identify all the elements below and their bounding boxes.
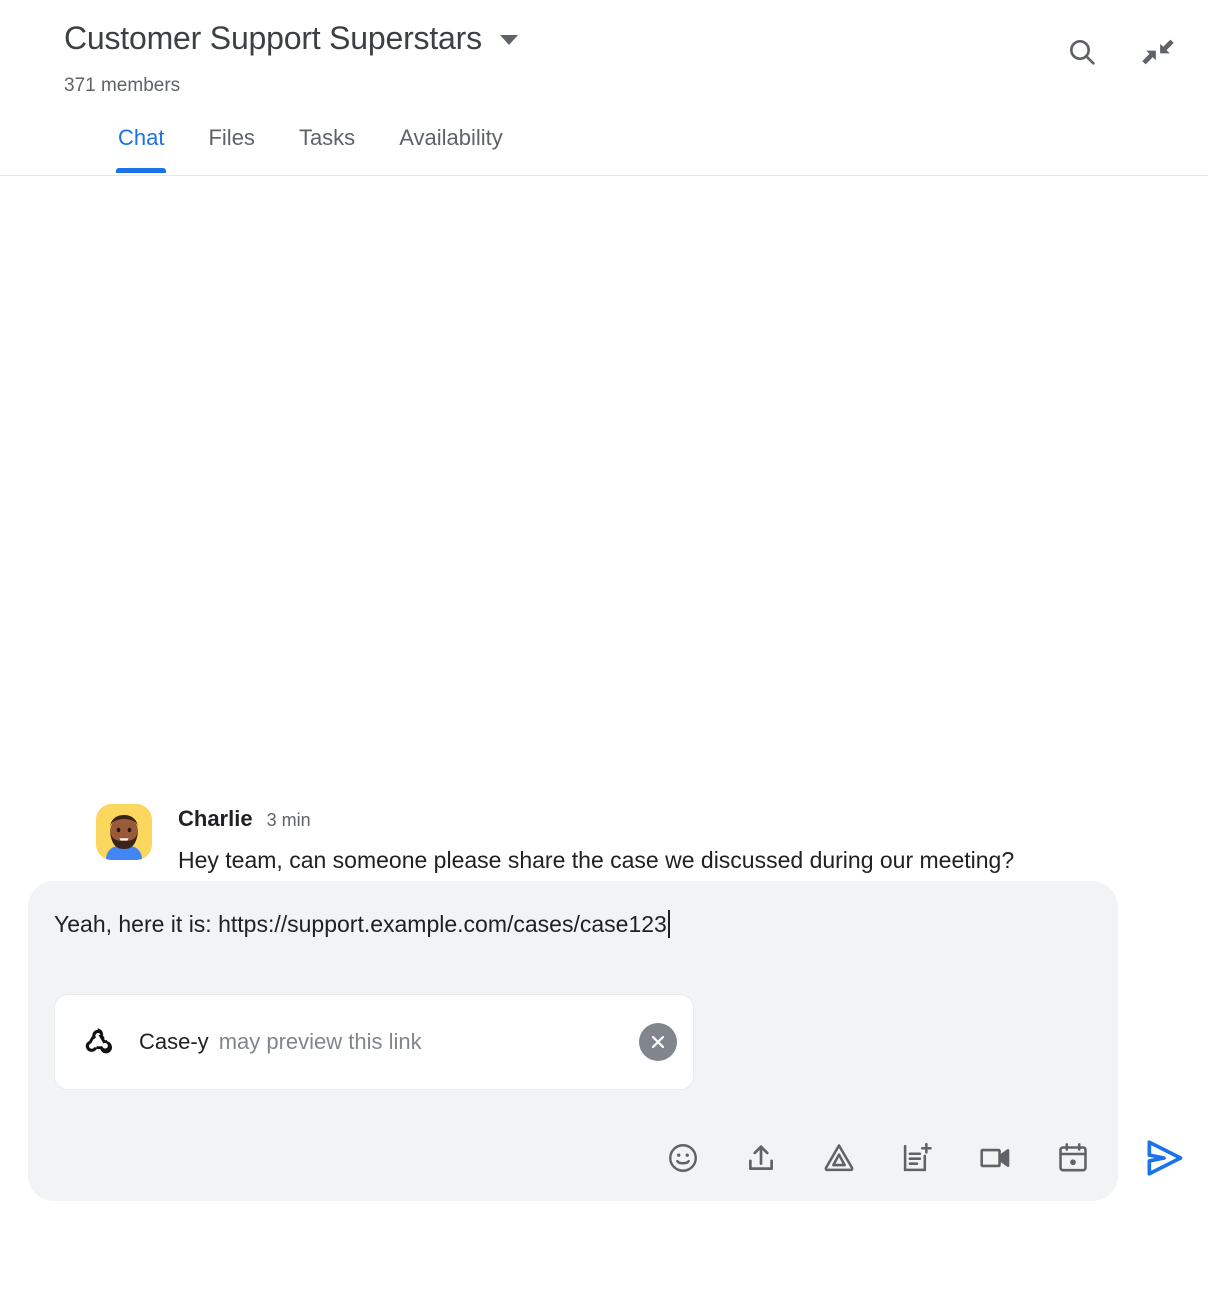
avatar[interactable] xyxy=(96,804,152,860)
video-camera-icon[interactable] xyxy=(972,1135,1018,1181)
tab-availability[interactable]: Availability xyxy=(377,118,525,154)
collapse-icon[interactable] xyxy=(1134,28,1182,76)
message-input[interactable]: Yeah, here it is: https://support.exampl… xyxy=(54,911,667,937)
room-title-row[interactable]: Customer Support Superstars xyxy=(64,18,518,58)
link-preview-note: may preview this link xyxy=(218,1029,422,1054)
message-body: Charlie 3 min Hey team, can someone plea… xyxy=(178,804,1112,880)
calendar-icon[interactable] xyxy=(1050,1135,1096,1181)
new-document-icon[interactable] xyxy=(894,1135,940,1181)
chat-window: Customer Support Superstars 371 members … xyxy=(0,0,1208,1290)
chevron-down-icon[interactable] xyxy=(499,35,518,45)
link-preview-chip[interactable]: Case-y may preview this link xyxy=(54,994,694,1090)
page-title: Customer Support Superstars xyxy=(64,20,482,56)
text-cursor xyxy=(667,910,670,938)
message-author: Charlie xyxy=(178,806,253,831)
emoji-icon[interactable] xyxy=(660,1135,706,1181)
member-count: 371 members xyxy=(64,75,181,96)
webhook-icon xyxy=(83,1027,117,1057)
message-header: Charlie 3 min xyxy=(178,806,1112,832)
composer-toolbar xyxy=(660,1135,1096,1181)
send-button[interactable] xyxy=(1137,1131,1191,1185)
tab-bar: Chat Files Tasks Availability xyxy=(0,118,1208,176)
message-timestamp: 3 min xyxy=(266,810,311,830)
search-icon[interactable] xyxy=(1058,28,1106,76)
chat-header: Customer Support Superstars 371 members … xyxy=(0,0,1208,176)
tab-tasks[interactable]: Tasks xyxy=(277,118,377,154)
message-input-wrapper[interactable]: Yeah, here it is: https://support.exampl… xyxy=(54,907,1078,941)
message-item: Charlie 3 min Hey team, can someone plea… xyxy=(96,804,1112,880)
message-composer[interactable]: Yeah, here it is: https://support.exampl… xyxy=(28,881,1118,1201)
google-drive-icon[interactable] xyxy=(816,1135,862,1181)
close-icon[interactable] xyxy=(639,1023,677,1061)
tab-chat[interactable]: Chat xyxy=(96,118,186,173)
header-actions xyxy=(1058,28,1182,76)
message-list: Charlie 3 min Hey team, can someone plea… xyxy=(0,177,1208,880)
link-preview-app-name: Case-y xyxy=(139,1029,209,1054)
message-text: Hey team, can someone please share the c… xyxy=(178,847,1015,873)
upload-icon[interactable] xyxy=(738,1135,784,1181)
tab-files[interactable]: Files xyxy=(186,118,276,154)
